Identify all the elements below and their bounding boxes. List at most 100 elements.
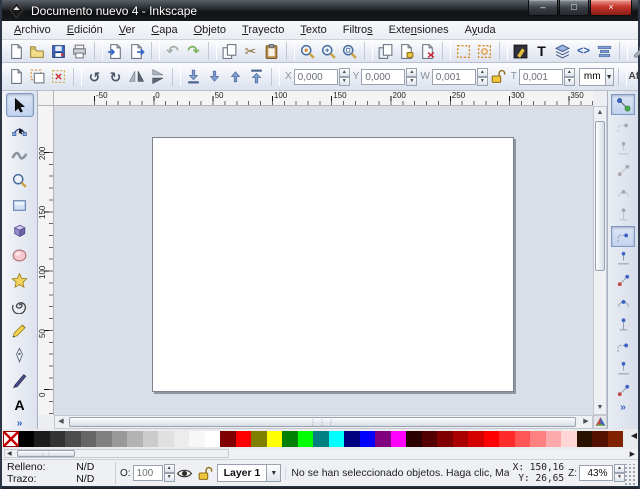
copy-button[interactable]: [219, 41, 240, 61]
color-swatch[interactable]: [81, 431, 97, 447]
color-swatch[interactable]: [561, 431, 577, 447]
snap-bbox-center-button[interactable]: [611, 204, 635, 225]
color-swatch[interactable]: [158, 431, 174, 447]
unit-dropdown-arrow-icon[interactable]: ▼: [606, 68, 614, 86]
deselect-button[interactable]: [48, 67, 69, 87]
color-swatch[interactable]: [360, 431, 376, 447]
edit-select-button[interactable]: [453, 41, 474, 61]
color-swatch[interactable]: [437, 431, 453, 447]
print-document-button[interactable]: [69, 41, 90, 61]
rotate-cw-button[interactable]: ↻: [105, 67, 126, 87]
height-field[interactable]: 0,001: [519, 69, 563, 85]
snap-nodes-button[interactable]: [611, 226, 635, 247]
horizontal-ruler[interactable]: -50050100150200250300350: [54, 91, 593, 106]
menu-filtros[interactable]: Filtros: [335, 22, 381, 38]
color-swatch[interactable]: [251, 431, 267, 447]
zoom-page-button[interactable]: [339, 41, 360, 61]
layers-button[interactable]: [552, 41, 573, 61]
zoom-tool-button[interactable]: [6, 168, 34, 192]
export-document-button[interactable]: [126, 41, 147, 61]
color-swatch[interactable]: [96, 431, 112, 447]
snap-enable-button[interactable]: [611, 94, 635, 115]
layer-lock-icon[interactable]: [195, 463, 215, 483]
snap-rotation-center-button[interactable]: [611, 380, 635, 401]
snap-object-center-button[interactable]: [611, 358, 635, 379]
lower-to-bottom-button[interactable]: [183, 67, 204, 87]
layer-dropdown-arrow-icon[interactable]: ▼: [267, 464, 281, 482]
fill-stroke-button[interactable]: [510, 41, 531, 61]
minimize-button[interactable]: –: [528, 0, 558, 16]
color-swatch[interactable]: [592, 431, 608, 447]
opacity-spinner[interactable]: ▲▼: [164, 464, 175, 482]
palette-scrollbar-left-icon[interactable]: ◀: [7, 450, 12, 458]
lower-button[interactable]: [204, 67, 225, 87]
vertical-ruler[interactable]: 200150100500: [38, 106, 54, 415]
menu-archivo[interactable]: Archivo: [6, 22, 59, 38]
vertical-scrollbar[interactable]: ▲ ▼: [593, 106, 607, 415]
color-swatch[interactable]: [298, 431, 314, 447]
zoom-spinner[interactable]: ▲▼: [614, 464, 625, 482]
snap-paths-button[interactable]: [611, 248, 635, 269]
color-swatch[interactable]: [344, 431, 360, 447]
close-button[interactable]: ×: [590, 0, 632, 16]
color-swatch[interactable]: [530, 431, 546, 447]
scroll-up-icon[interactable]: ▲: [594, 107, 606, 119]
snap-bbox-button[interactable]: [611, 116, 635, 137]
color-swatch[interactable]: [65, 431, 81, 447]
color-swatch[interactable]: [453, 431, 469, 447]
unit-select[interactable]: mm: [579, 68, 606, 86]
color-swatch[interactable]: [205, 431, 221, 447]
palette-scroll-left-icon[interactable]: ◀: [631, 431, 637, 440]
color-swatch[interactable]: [484, 431, 500, 447]
zoom-selection-button[interactable]: [297, 41, 318, 61]
new-document-button[interactable]: [6, 41, 27, 61]
x-field[interactable]: 0,000: [294, 69, 338, 85]
calligraphy-tool-button[interactable]: [6, 368, 34, 392]
menu-ayuda[interactable]: Ayuda: [457, 22, 504, 38]
duplicate-button[interactable]: [375, 41, 396, 61]
import-document-button[interactable]: [105, 41, 126, 61]
color-swatch[interactable]: [34, 431, 50, 447]
flip-horizontal-button[interactable]: [126, 67, 147, 87]
color-swatch[interactable]: [282, 431, 298, 447]
lock-ratio-icon[interactable]: [488, 67, 508, 87]
y-spinner[interactable]: ▲▼: [406, 68, 417, 86]
x-spinner[interactable]: ▲▼: [339, 68, 350, 86]
y-field[interactable]: 0,000: [361, 69, 405, 85]
horizontal-scrollbar[interactable]: ◀ ⋮⋮⋮ ▶: [54, 415, 593, 429]
snap-bbox-corner-button[interactable]: [611, 160, 635, 181]
cut-button[interactable]: ✂: [240, 41, 261, 61]
color-swatch[interactable]: [391, 431, 407, 447]
open-document-button[interactable]: [27, 41, 48, 61]
color-swatch[interactable]: [127, 431, 143, 447]
width-spinner[interactable]: ▲▼: [477, 68, 488, 86]
ellipse-tool-button[interactable]: [6, 243, 34, 267]
toolbox-overflow-chevron[interactable]: »: [17, 418, 23, 429]
tweak-tool-button[interactable]: [6, 143, 34, 167]
color-swatch[interactable]: [189, 431, 205, 447]
color-swatch[interactable]: [577, 431, 593, 447]
color-swatch[interactable]: [546, 431, 562, 447]
spiral-tool-button[interactable]: [6, 293, 34, 317]
color-swatch[interactable]: [112, 431, 128, 447]
scroll-left-icon[interactable]: ◀: [55, 416, 67, 428]
opacity-field[interactable]: 100: [133, 465, 163, 481]
maximize-button[interactable]: □: [559, 0, 589, 16]
pencil-tool-button[interactable]: [6, 318, 34, 342]
menu-edicion[interactable]: Edición: [59, 22, 111, 38]
color-swatch[interactable]: [236, 431, 252, 447]
snap-midpoint-button[interactable]: [611, 336, 635, 357]
color-swatch[interactable]: [313, 431, 329, 447]
color-swatch[interactable]: [375, 431, 391, 447]
color-swatch[interactable]: [143, 431, 159, 447]
scroll-right-icon[interactable]: ▶: [580, 416, 592, 428]
color-swatch[interactable]: [50, 431, 66, 447]
snapbar-overflow-chevron[interactable]: »: [620, 402, 626, 413]
raise-to-top-button[interactable]: [246, 67, 267, 87]
color-swatch[interactable]: [267, 431, 283, 447]
snap-bbox-midpoint-button[interactable]: [611, 182, 635, 203]
color-swatch[interactable]: [406, 431, 422, 447]
rectangle-tool-button[interactable]: [6, 193, 34, 217]
color-swatch[interactable]: [468, 431, 484, 447]
menu-extensiones[interactable]: Extensiones: [381, 22, 457, 38]
